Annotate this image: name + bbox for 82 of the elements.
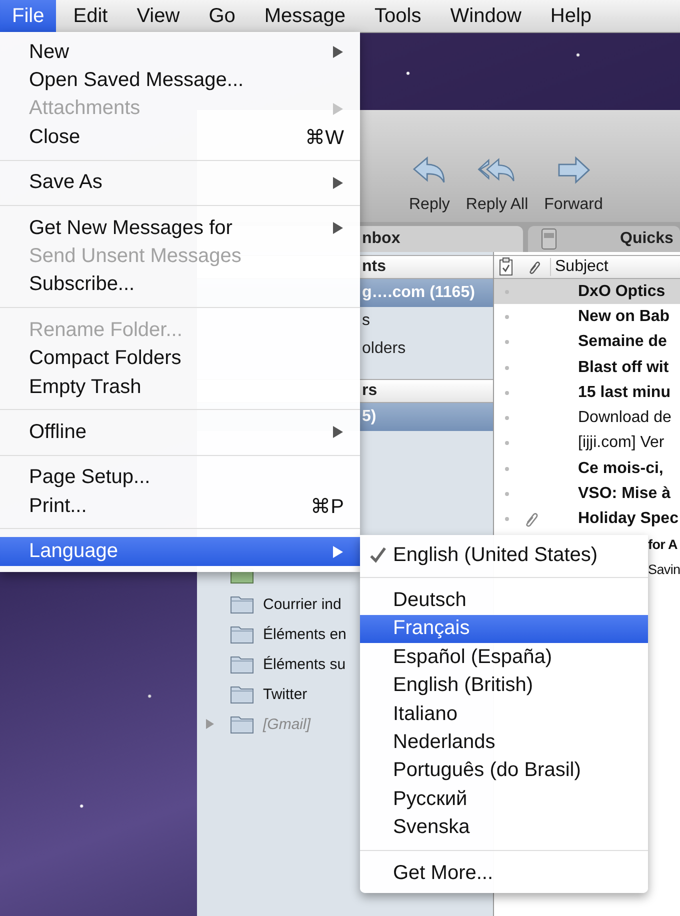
menu-item[interactable]: Get More...	[360, 858, 648, 888]
folder-icon	[230, 684, 254, 704]
menu-bar-item[interactable]: Window	[438, 0, 534, 32]
folder-item[interactable]: Éléments su	[263, 656, 346, 672]
mailbox-icon	[540, 227, 558, 251]
read-status-dot	[505, 340, 509, 344]
message-row[interactable]: VSO: Mise à	[494, 481, 680, 507]
submenu-arrow-icon	[332, 544, 344, 559]
read-status-dot	[505, 441, 509, 446]
message-row[interactable]: Semaine de	[494, 330, 680, 355]
submenu-arrow-icon	[332, 425, 344, 440]
menu-item[interactable]: Español (España)	[360, 643, 648, 672]
message-subject: New on Bab	[578, 308, 670, 326]
submenu-arrow-icon	[332, 221, 344, 236]
message-subject: Savin	[648, 562, 680, 578]
message-row[interactable]: 15 last minu	[494, 380, 680, 406]
folder-icon	[230, 714, 254, 734]
menu-item[interactable]: Offline	[0, 418, 360, 447]
folder-item[interactable]: Courrier ind	[263, 596, 342, 612]
message-subject: Semaine de	[578, 333, 667, 352]
menu-item[interactable]: Page Setup...	[0, 464, 360, 492]
subject-column-header[interactable]: Subject	[550, 258, 608, 276]
menu-item[interactable]: New	[0, 38, 360, 66]
message-row[interactable]: [ijji.com] Ver	[494, 430, 680, 456]
folder-icon	[230, 624, 254, 644]
message-row[interactable]: DxO Optics	[494, 279, 680, 304]
read-status-dot	[505, 366, 509, 370]
message-row[interactable]: Download de	[494, 405, 680, 431]
read-status-dot	[505, 390, 509, 395]
menu-bar-item[interactable]: Tools	[362, 0, 434, 32]
message-subject: for A	[648, 537, 678, 552]
toolbar-button[interactable]: Forward	[540, 156, 607, 214]
submenu-arrow-icon	[332, 102, 344, 116]
read-status-dot	[505, 492, 509, 496]
menu-bar-item[interactable]: Edit	[61, 0, 120, 32]
message-subject: Download de	[578, 409, 672, 428]
menu-bar-item[interactable]: Help	[538, 0, 604, 32]
folder-icon	[230, 654, 254, 674]
message-row[interactable]: Blast off wit	[494, 354, 680, 380]
menu-item[interactable]: Português (do Brasil)	[360, 756, 648, 786]
submenu-arrow-icon	[332, 176, 344, 190]
menu-bar-item[interactable]: Message	[252, 0, 358, 32]
menu-item[interactable]: English (British)	[360, 672, 648, 700]
message-subject: Ce mois-ci,	[578, 460, 664, 478]
toolbar-button[interactable]: Reply All	[462, 156, 532, 214]
menu-bar-item[interactable]: Go	[196, 0, 248, 32]
folder-item[interactable]: Éléments en	[263, 626, 346, 642]
message-subject: DxO Optics	[578, 282, 666, 301]
menu-item[interactable]: Print... ⌘P	[0, 492, 360, 520]
menu-item[interactable]: Close ⌘W	[0, 123, 360, 152]
folder-item[interactable]: Twitter	[263, 686, 308, 702]
submenu-arrow-icon	[332, 45, 344, 60]
disclosure-triangle-icon[interactable]	[205, 718, 215, 730]
read-status-dot	[505, 416, 509, 420]
menu-item[interactable]: Русский	[360, 785, 648, 814]
menu-item[interactable]: Save As	[0, 168, 360, 197]
toolbar-button[interactable]: Reply	[405, 156, 454, 214]
clipboard-check-icon	[498, 257, 514, 277]
message-subject: VSO: Mise à	[578, 485, 670, 504]
menu-item[interactable]: Nederlands	[360, 728, 648, 757]
menu-item[interactable]: Svenska	[360, 814, 648, 842]
mail-tab[interactable]: Quicks	[528, 226, 680, 252]
menu-item[interactable]: Italiano	[360, 700, 648, 728]
menu-item[interactable]: Compact Folders	[0, 344, 360, 373]
menu-item[interactable]: English (United States)	[360, 541, 648, 570]
message-row[interactable]: Holiday Spec	[494, 506, 680, 532]
read-status-dot	[505, 466, 509, 471]
menu-item[interactable]: Français	[360, 614, 648, 644]
menu-item[interactable]: Open Saved Message...	[0, 66, 360, 95]
menu-item[interactable]: Deutsch	[360, 586, 648, 615]
message-row[interactable]: Ce mois-ci,	[494, 456, 680, 482]
folder-icon	[230, 594, 254, 614]
message-subject: 15 last minu	[578, 384, 670, 402]
message-row[interactable]: New on Bab	[494, 304, 680, 330]
menu-item[interactable]: Language	[0, 537, 360, 566]
read-status-dot	[505, 314, 509, 319]
menu-bar-item[interactable]: View	[124, 0, 192, 32]
message-subject: Holiday Spec	[578, 510, 678, 528]
menu-bar-item[interactable]: File	[0, 0, 56, 32]
read-status-dot	[505, 517, 509, 522]
message-subject: Blast off wit	[578, 358, 669, 377]
message-subject: [ijji.com] Ver	[578, 434, 664, 452]
